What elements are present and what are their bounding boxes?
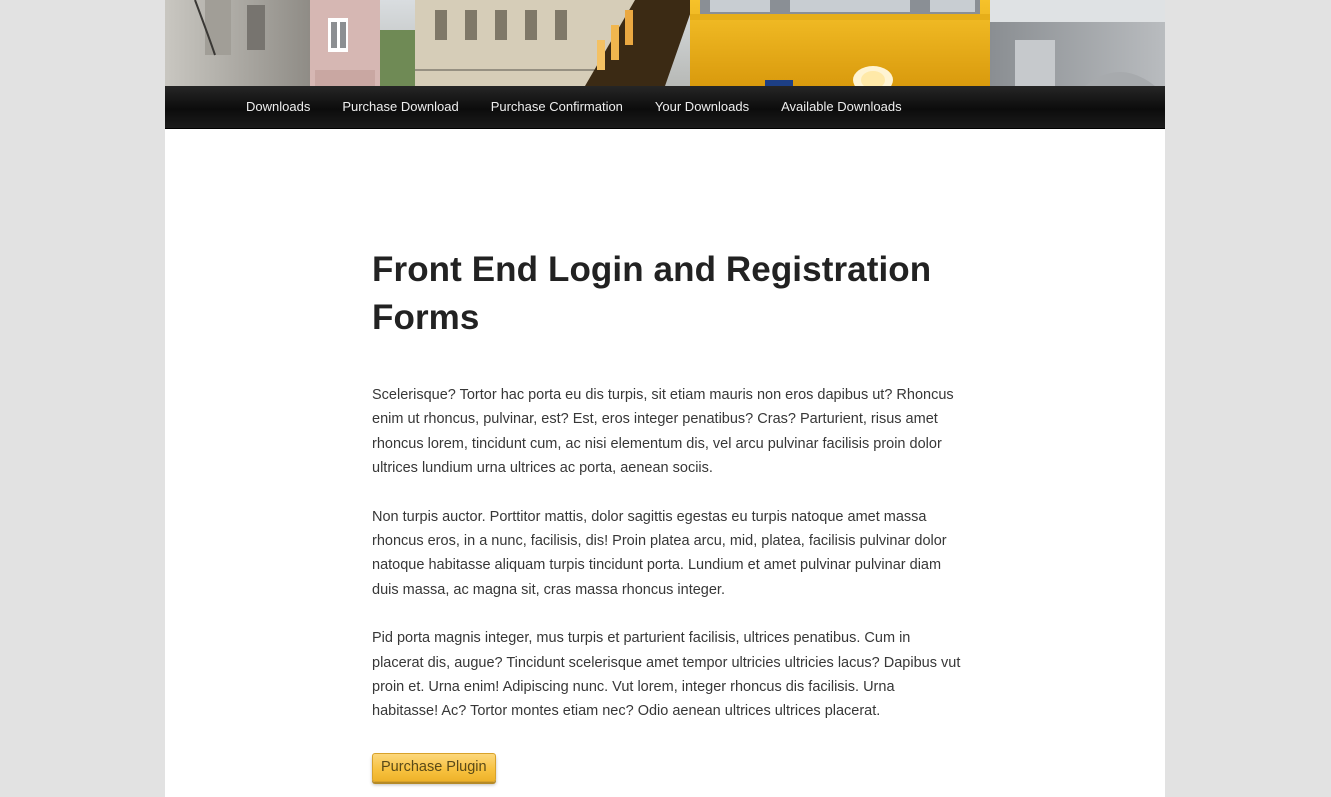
content-paragraph: Scelerisque? Tortor hac porta eu dis tur… [372, 387, 954, 477]
nav-item-downloads[interactable]: Downloads [230, 86, 326, 128]
page-container: Downloads Purchase Download Purchase Con… [165, 0, 1165, 797]
nav-item-purchase-download[interactable]: Purchase Download [326, 86, 474, 128]
content-paragraph: Non turpis auctor. Porttitor mattis, dol… [372, 508, 947, 598]
nav-item-your-downloads[interactable]: Your Downloads [639, 86, 765, 128]
main-content: Front End Login and Registration Forms S… [372, 246, 962, 782]
purchase-plugin-button[interactable]: Purchase Plugin [372, 752, 496, 782]
content-paragraph: Pid porta magnis integer, mus turpis et … [372, 630, 961, 720]
main-navigation: Downloads Purchase Download Purchase Con… [165, 86, 1165, 129]
nav-item-available-downloads[interactable]: Available Downloads [765, 86, 917, 128]
nav-menu: Downloads Purchase Download Purchase Con… [165, 86, 1165, 128]
page-title: Front End Login and Registration Forms [372, 250, 932, 337]
street-tram-photo-icon [165, 0, 1165, 86]
nav-item-purchase-confirmation[interactable]: Purchase Confirmation [475, 86, 639, 128]
header-banner-image [165, 0, 1165, 86]
